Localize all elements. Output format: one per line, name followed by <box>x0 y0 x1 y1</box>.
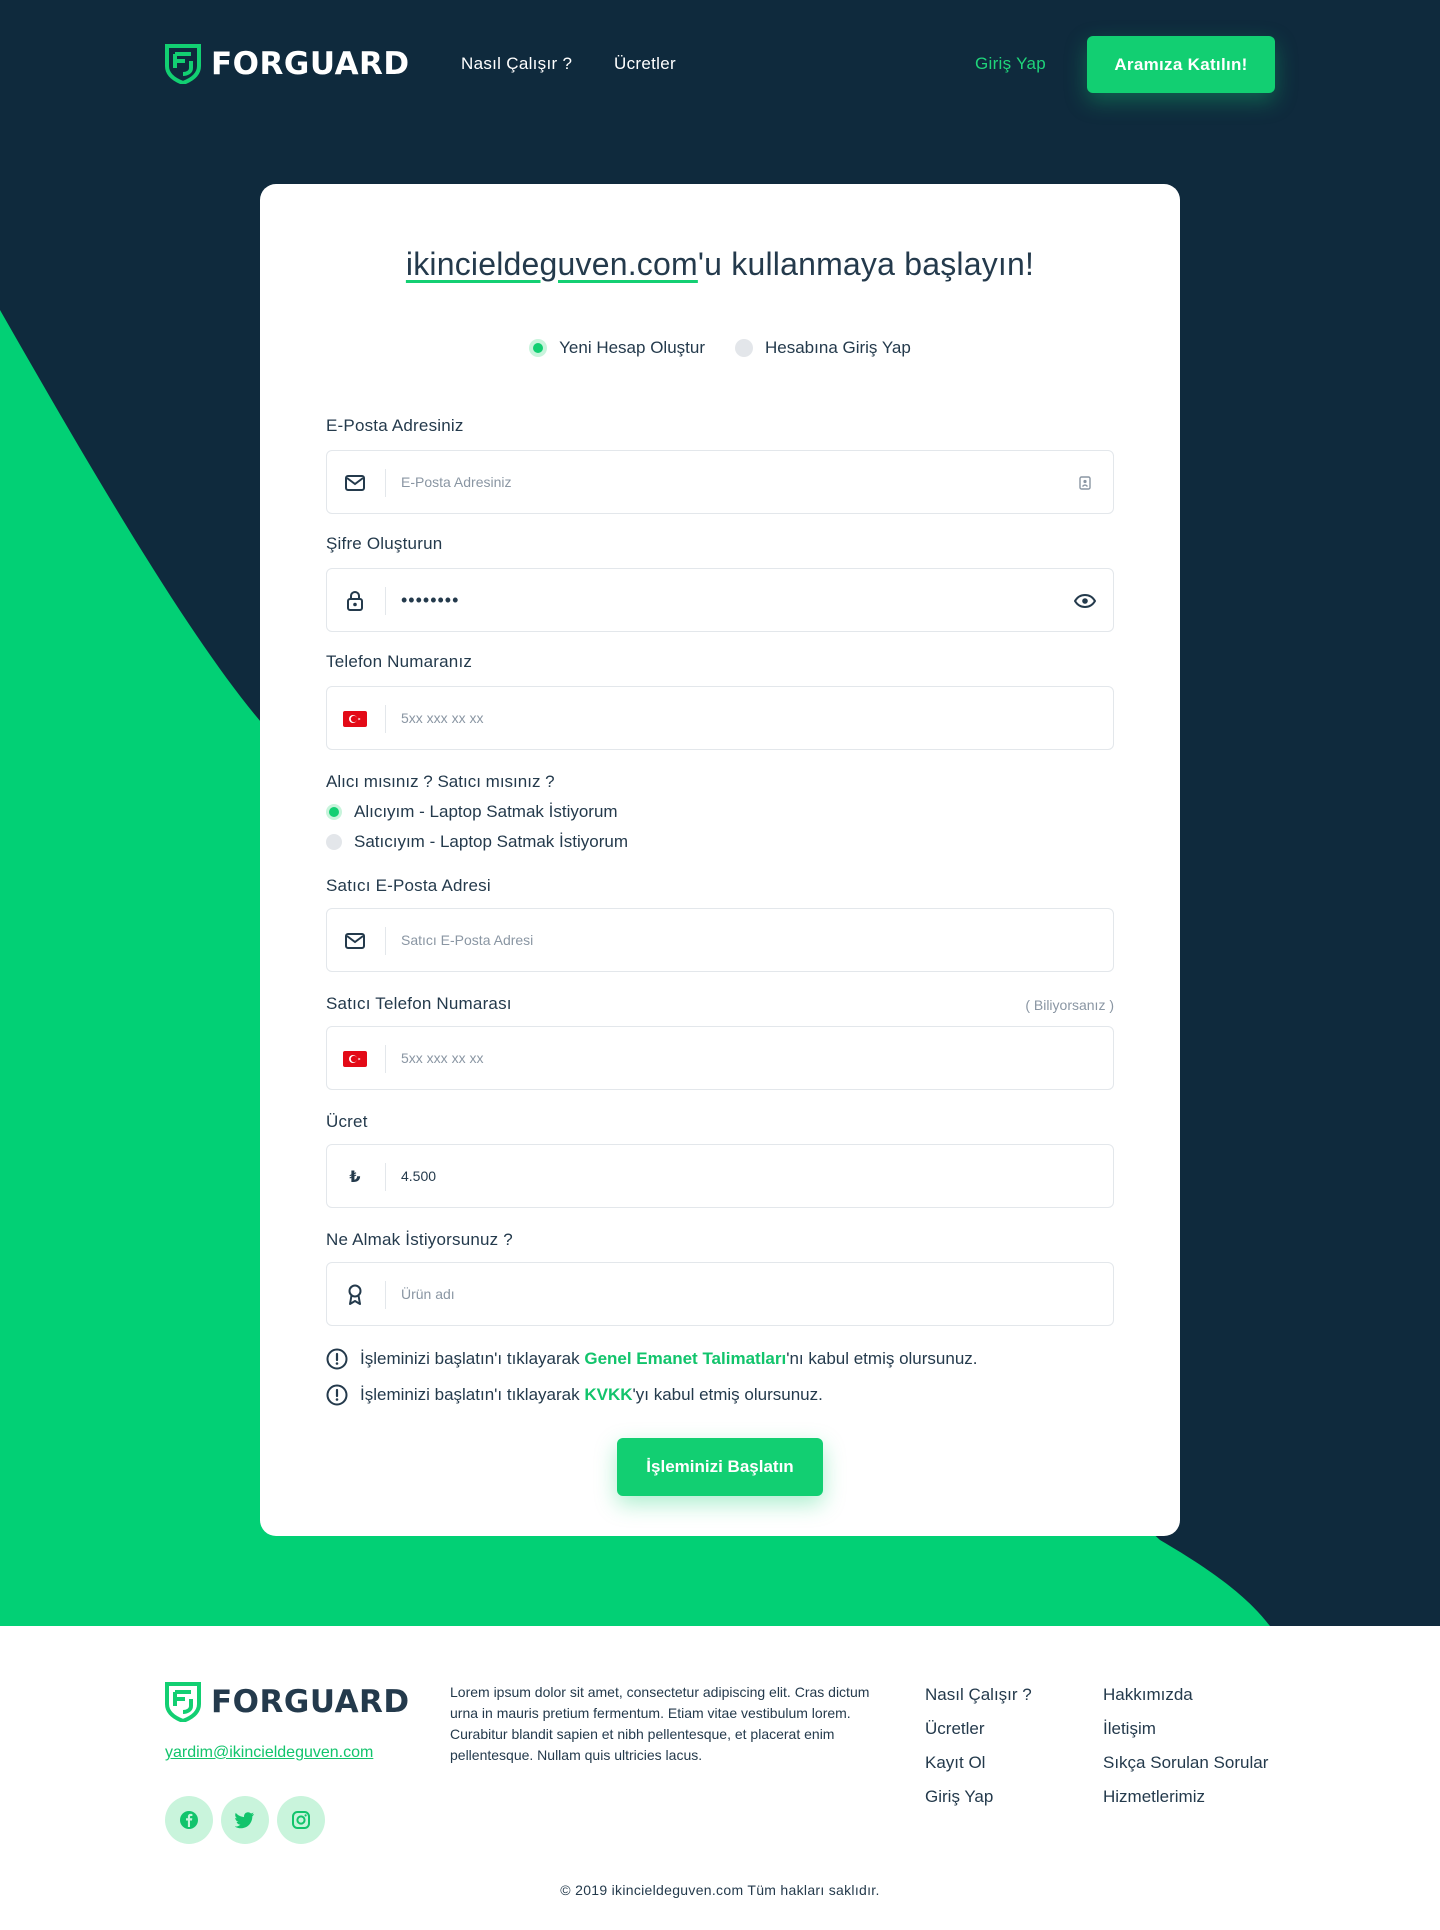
facebook-icon[interactable] <box>165 1796 213 1844</box>
seller-email-label: Satıcı E-Posta Adresi <box>326 876 491 895</box>
field-separator <box>385 1163 386 1191</box>
notice-before: İşleminizi başlatın'ı tıklayarak <box>360 1385 585 1404</box>
lock-icon <box>343 589 367 613</box>
seller-phone-hint: ( Biliyorsanız ) <box>1025 997 1114 1013</box>
support-email-link[interactable]: yardim@ikincieldeguven.com <box>165 1744 373 1762</box>
footer-link-login[interactable]: Giriş Yap <box>925 1786 1032 1807</box>
seller-phone-input[interactable] <box>401 1027 1041 1089</box>
title-text: 'u kullanmaya başlayın! <box>697 246 1035 282</box>
notice-after: 'yı kabul etmiş olursunuz. <box>632 1385 823 1404</box>
mode-label: Yeni Hesap Oluştur <box>559 338 705 357</box>
kvkk-link[interactable]: KVKK <box>584 1385 632 1404</box>
account-mode-selector: Yeni Hesap Oluştur Hesabına Giriş Yap <box>260 338 1180 358</box>
footer-link-register[interactable]: Kayıt Ol <box>925 1752 1032 1773</box>
notice-before: İşleminizi başlatın'ı tıklayarak <box>360 1349 585 1368</box>
seller-phone-label: Satıcı Telefon Numarası <box>326 994 512 1013</box>
shield-logo-icon <box>165 44 201 84</box>
award-icon <box>343 1283 367 1307</box>
notice-text: İşleminizi başlatın'ı tıklayarak Genel E… <box>360 1349 978 1369</box>
turkey-flag-icon[interactable] <box>343 1047 367 1071</box>
copyright-text: © 2019 ikincieldeguven.com Tüm hakları s… <box>560 1882 880 1898</box>
shield-logo-icon <box>165 1682 201 1722</box>
password-label: Şifre Oluşturun <box>326 534 443 553</box>
instagram-icon[interactable] <box>277 1796 325 1844</box>
alert-circle-icon <box>326 1384 348 1406</box>
terms-link[interactable]: Genel Emanet Talimatları <box>584 1349 786 1368</box>
site-footer: FORGUARD yardim@ikincieldeguven.com Lore… <box>0 1626 1440 1930</box>
radio-unselected-icon <box>326 834 342 850</box>
brand-logo[interactable]: FORGUARD <box>165 44 410 84</box>
field-separator <box>385 1281 386 1309</box>
footer-link-services[interactable]: Hizmetlerimiz <box>1103 1786 1268 1807</box>
brand-name: FORGUARD <box>211 1684 410 1720</box>
phone-label: Telefon Numaranız <box>326 652 473 671</box>
email-label: E-Posta Adresiniz <box>326 416 464 435</box>
social-links <box>165 1796 325 1844</box>
mode-login[interactable]: Hesabına Giriş Yap <box>735 338 911 358</box>
price-field: ₺ <box>326 1144 1114 1208</box>
autofill-contact-icon[interactable] <box>1073 471 1097 495</box>
password-input[interactable] <box>401 569 1041 631</box>
twitter-icon[interactable] <box>221 1796 269 1844</box>
footer-link-faq[interactable]: Sıkça Sorulan Sorular <box>1103 1752 1268 1773</box>
mail-icon <box>343 929 367 953</box>
alert-circle-icon <box>326 1348 348 1370</box>
footer-logo[interactable]: FORGUARD <box>165 1682 410 1722</box>
radio-unselected-icon <box>735 339 753 357</box>
start-transaction-button[interactable]: İşleminizi Başlatın <box>617 1438 823 1496</box>
role-seller-option[interactable]: Satıcıyım - Laptop Satmak İstiyorum <box>326 832 628 852</box>
phone-field <box>326 686 1114 750</box>
lira-icon: ₺ <box>349 1169 361 1186</box>
field-separator <box>385 927 386 955</box>
mode-label: Hesabına Giriş Yap <box>765 338 911 357</box>
mode-create-account[interactable]: Yeni Hesap Oluştur <box>529 338 705 358</box>
role-question: Alıcı mısınız ? Satıcı mısınız ? <box>326 772 555 791</box>
mail-icon <box>343 471 367 495</box>
site-header: FORGUARD Nasıl Çalışır ? Ücretler Giriş … <box>0 0 1440 130</box>
product-field <box>326 1262 1114 1326</box>
role-buyer-option[interactable]: Alıcıyım - Laptop Satmak İstiyorum <box>326 802 618 822</box>
join-button[interactable]: Aramıza Katılın! <box>1087 36 1275 93</box>
footer-description: Lorem ipsum dolor sit amet, consectetur … <box>450 1684 870 1763</box>
role-label: Satıcıyım - Laptop Satmak İstiyorum <box>354 832 628 851</box>
seller-email-field <box>326 908 1114 972</box>
nav-how-it-works[interactable]: Nasıl Çalışır ? <box>461 54 572 74</box>
page-title: ikincieldeguven.com'u kullanmaya başlayı… <box>260 246 1180 283</box>
brand-name: FORGUARD <box>211 46 410 82</box>
product-label: Ne Almak İstiyorsunuz ? <box>326 1230 513 1249</box>
role-label: Alıcıyım - Laptop Satmak İstiyorum <box>354 802 618 821</box>
field-separator <box>385 587 386 615</box>
footer-link-pricing[interactable]: Ücretler <box>925 1718 1032 1739</box>
notice-after: 'nı kabul etmiş olursunuz. <box>786 1349 978 1368</box>
seller-email-input[interactable] <box>401 909 1041 971</box>
email-field <box>326 450 1114 514</box>
footer-links-col2: Hakkımızda İletişim Sıkça Sorulan Sorula… <box>1103 1684 1268 1807</box>
price-input[interactable] <box>401 1145 1041 1207</box>
turkey-flag-icon[interactable] <box>343 707 367 731</box>
field-separator <box>385 705 386 733</box>
footer-link-how-it-works[interactable]: Nasıl Çalışır ? <box>925 1684 1032 1705</box>
product-input[interactable] <box>401 1263 1041 1325</box>
field-separator <box>385 1045 386 1073</box>
price-label: Ücret <box>326 1112 368 1131</box>
field-separator <box>385 469 386 497</box>
kvkk-notice: İşleminizi başlatın'ı tıklayarak KVKK'yı… <box>326 1384 823 1406</box>
email-input[interactable] <box>401 451 1041 513</box>
login-link[interactable]: Giriş Yap <box>975 54 1046 74</box>
password-field <box>326 568 1114 632</box>
eye-icon[interactable] <box>1073 589 1097 613</box>
nav-pricing[interactable]: Ücretler <box>614 54 676 74</box>
notice-text: İşleminizi başlatın'ı tıklayarak KVKK'yı… <box>360 1385 823 1405</box>
signup-card: ikincieldeguven.com'u kullanmaya başlayı… <box>260 184 1180 1536</box>
terms-notice: İşleminizi başlatın'ı tıklayarak Genel E… <box>326 1348 978 1370</box>
seller-phone-field <box>326 1026 1114 1090</box>
footer-link-about[interactable]: Hakkımızda <box>1103 1684 1268 1705</box>
title-site-link[interactable]: ikincieldeguven.com <box>406 246 698 282</box>
radio-selected-icon <box>326 804 342 820</box>
radio-selected-icon <box>529 339 548 357</box>
phone-input[interactable] <box>401 687 1041 749</box>
footer-links-col1: Nasıl Çalışır ? Ücretler Kayıt Ol Giriş … <box>925 1684 1032 1807</box>
footer-link-contact[interactable]: İletişim <box>1103 1718 1268 1739</box>
